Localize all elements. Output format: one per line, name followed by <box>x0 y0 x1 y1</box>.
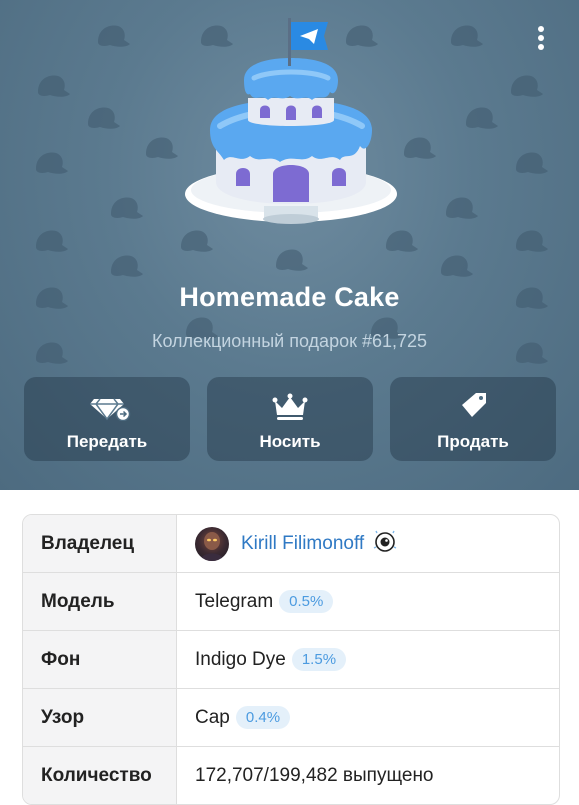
tag-icon <box>462 393 486 417</box>
table-row-pattern: Узор Cap 0.4% <box>23 688 559 746</box>
sell-button[interactable]: Продать <box>390 377 556 461</box>
model-label: Модель <box>23 573 177 630</box>
action-buttons: Передать Носить Продать <box>24 377 556 461</box>
menu-dot-icon <box>538 26 544 32</box>
backdrop-rarity-badge[interactable]: 1.5% <box>291 648 347 671</box>
pattern-label: Узор <box>23 689 177 746</box>
backdrop-value: Indigo Dye 1.5% <box>177 631 559 688</box>
pattern-name: Cap <box>195 706 230 728</box>
model-name: Telegram <box>195 590 274 612</box>
avatar[interactable] <box>195 526 229 561</box>
gift-subtitle: Коллекционный подарок #61,725 <box>151 331 428 351</box>
gift-title: Homemade Cake <box>179 282 400 312</box>
backdrop-label: Фон <box>23 631 177 688</box>
gift-header: Homemade Cake Коллекционный подарок #61,… <box>0 0 579 490</box>
menu-dot-icon <box>538 44 544 50</box>
model-rarity-badge[interactable]: 0.5% <box>279 590 334 613</box>
pattern-rarity-badge[interactable]: 0.4% <box>235 706 291 729</box>
table-row-backdrop: Фон Indigo Dye 1.5% <box>23 630 559 688</box>
model-value: Telegram 0.5% <box>177 573 559 630</box>
wear-button[interactable]: Носить <box>207 377 373 461</box>
wear-label: Носить <box>259 432 321 451</box>
owner-value: Kirill Filimonoff <box>177 515 559 572</box>
table-row-owner: Владелец Kirill Filimonoff <box>23 515 559 572</box>
pattern-value: Cap 0.4% <box>177 689 559 746</box>
backdrop-name: Indigo Dye <box>195 648 286 670</box>
crown-icon <box>272 393 308 420</box>
table-row-model: Модель Telegram 0.5% <box>23 572 559 630</box>
sell-label: Продать <box>437 432 509 451</box>
owner-name-link[interactable]: Kirill Filimonoff <box>241 533 364 555</box>
owner-label: Владелец <box>23 515 177 572</box>
transfer-label: Передать <box>66 432 148 451</box>
gift-details-table: Владелец Kirill Filimonoff Модель Telegr… <box>22 514 560 805</box>
quantity-value: 172,707/199,482 выпущено <box>195 764 434 786</box>
menu-dot-icon <box>538 35 544 41</box>
more-menu-button[interactable] <box>531 26 551 56</box>
quantity-label: Количество <box>23 747 177 804</box>
table-row-quantity: Количество 172,707/199,482 выпущено <box>23 746 559 804</box>
homemade-cake-image <box>185 18 397 224</box>
eye-emoji-status-icon <box>373 530 397 552</box>
transfer-button[interactable]: Передать <box>24 377 190 461</box>
gem-transfer-icon <box>90 398 131 421</box>
